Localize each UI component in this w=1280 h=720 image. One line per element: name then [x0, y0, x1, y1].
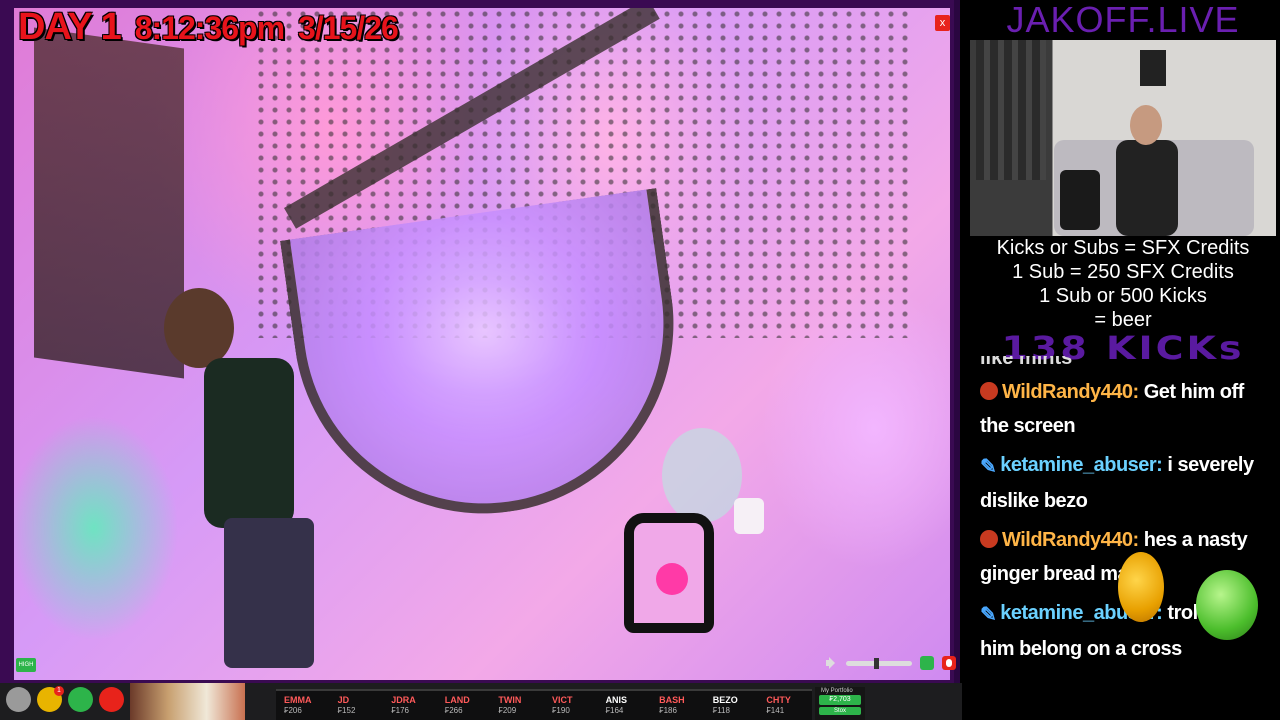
mic-off-icon[interactable]	[99, 687, 124, 712]
ticker-item[interactable]: ANIS ₣164	[598, 691, 652, 720]
ticker-item[interactable]: JDRA ₣176	[383, 691, 437, 720]
camera-feed[interactable]	[14, 8, 950, 680]
ticker-item[interactable]: EMMA ₣206	[276, 691, 330, 720]
ticker-price: ₣186	[659, 706, 677, 715]
volume-icon[interactable]	[826, 657, 838, 669]
ticker-name: VICT	[551, 695, 573, 705]
person-torso	[204, 358, 294, 528]
info-line: 1 Sub or 500 Kicks	[1039, 285, 1207, 307]
person-on-camera	[164, 288, 334, 678]
ticker-price: ₣209	[498, 706, 517, 715]
ticker-item[interactable]: VICT ₣190	[544, 691, 598, 720]
stream-hud: DAY 1 8:12:36pm 3/15/26	[18, 6, 399, 49]
banner-art	[130, 683, 245, 720]
brand-title: JAKOFF.LIVE	[1006, 0, 1240, 40]
ticker-name: JDRA	[391, 695, 416, 705]
bath-mat	[624, 513, 714, 633]
lemon-emote-icon	[1118, 552, 1164, 622]
sfx-info: Kicks or Subs = SFX Credits 1 Sub = 250 …	[966, 236, 1280, 332]
pen-badge-icon: ✎	[980, 604, 997, 626]
ticker-name: BEZO	[712, 695, 738, 705]
chat-username[interactable]: WildRandy440:	[1002, 381, 1139, 403]
ticker-name: BASH	[659, 695, 685, 705]
ticker-price: ₣176	[391, 706, 409, 715]
ticker-item[interactable]: LAND ₣266	[437, 691, 491, 720]
close-button[interactable]: x	[935, 15, 950, 31]
skull-badge-icon	[980, 382, 998, 400]
chat-cut-message: like mints	[980, 356, 1073, 369]
flower-icon	[656, 563, 688, 595]
pen-badge-icon: ✎	[980, 456, 997, 478]
ticker-item[interactable]: JD ₣152	[330, 691, 384, 720]
quality-badge[interactable]: HIGH	[16, 658, 36, 672]
ticker-name: ANIS	[605, 695, 628, 705]
toilet-paper-roll	[734, 498, 764, 534]
ticker-price: ₣266	[444, 706, 463, 715]
chat-message: WildRandy440: Get him off the screen	[980, 375, 1276, 443]
open-door	[34, 27, 184, 379]
jacuzzi-tub	[279, 188, 699, 538]
toilet	[662, 428, 742, 523]
portfolio-widget[interactable]: My Portfolio ₣2,703 Stox	[815, 687, 865, 720]
ticker-item[interactable]: TWIN ₣209	[490, 691, 544, 720]
gear-icon[interactable]	[6, 687, 31, 712]
ticker-name: TWIN	[498, 695, 522, 705]
camera-frame: DAY 1 8:12:36pm 3/15/26 x HIGH	[0, 0, 960, 690]
skull-badge-icon	[980, 530, 998, 548]
streamer	[1112, 95, 1182, 236]
record-button[interactable]	[942, 656, 956, 670]
ticker-item[interactable]: BASH ₣186	[651, 691, 705, 720]
ticker-price: ₣152	[337, 706, 356, 715]
notification-badge: 1	[54, 686, 64, 696]
chat-username[interactable]: ketamine_abuser:	[1000, 454, 1163, 476]
ticker-price: ₣118	[712, 706, 730, 715]
stock-ticker: EMMA ₣206 JD ₣152 JDRA ₣176 LAND ₣266 TWIN ₣2…	[276, 689, 812, 720]
volume-slider[interactable]	[846, 657, 912, 669]
stox-button[interactable]: Stox	[819, 707, 861, 715]
chat-message: ✎ ketamine_abuser: i severely dislike bez…	[980, 448, 1276, 518]
streamer-webcam	[970, 40, 1276, 236]
info-line: Kicks or Subs = SFX Credits	[996, 237, 1250, 259]
ticker-name: CHTY	[766, 695, 791, 705]
portfolio-value: ₣2,703	[819, 695, 861, 705]
time-label: 8:12:36pm	[134, 10, 285, 46]
ticker-price: ₣206	[284, 706, 302, 715]
streamer-body	[1116, 140, 1178, 236]
ticker-name: JD	[337, 695, 350, 705]
person-head	[164, 288, 234, 368]
person-legs	[224, 518, 314, 668]
pip-button[interactable]	[920, 656, 934, 670]
day-label: DAY 1	[18, 6, 122, 48]
ticker-price: ₣164	[605, 706, 624, 715]
battery-icon[interactable]	[68, 687, 93, 712]
chat-username[interactable]: WildRandy440:	[1002, 529, 1139, 551]
info-line: 1 Sub = 250 SFX Credits	[1012, 261, 1234, 283]
ticker-name: EMMA	[284, 695, 312, 705]
portfolio-label: My Portfolio	[821, 688, 853, 694]
ticker-item[interactable]: BEZO ₣118	[705, 691, 759, 720]
streamer-head	[1130, 105, 1162, 145]
ticker-price: ₣190	[551, 706, 570, 715]
ticker-name: LAND	[444, 695, 470, 705]
curtain	[976, 40, 1046, 180]
apple-emote-icon	[1196, 570, 1258, 640]
volume-knob[interactable]	[874, 657, 879, 669]
ticker-item[interactable]: CHTY ₣141	[758, 691, 812, 720]
taskbar-icons	[6, 687, 124, 712]
wall-poster	[1140, 50, 1166, 86]
chat-panel[interactable]: like mints WildRandy440: Get him off the…	[980, 356, 1276, 720]
ticker-price: ₣141	[766, 706, 785, 715]
player-controls	[826, 656, 956, 670]
date-label: 3/15/26	[298, 10, 399, 46]
gaming-chair	[1060, 170, 1100, 230]
